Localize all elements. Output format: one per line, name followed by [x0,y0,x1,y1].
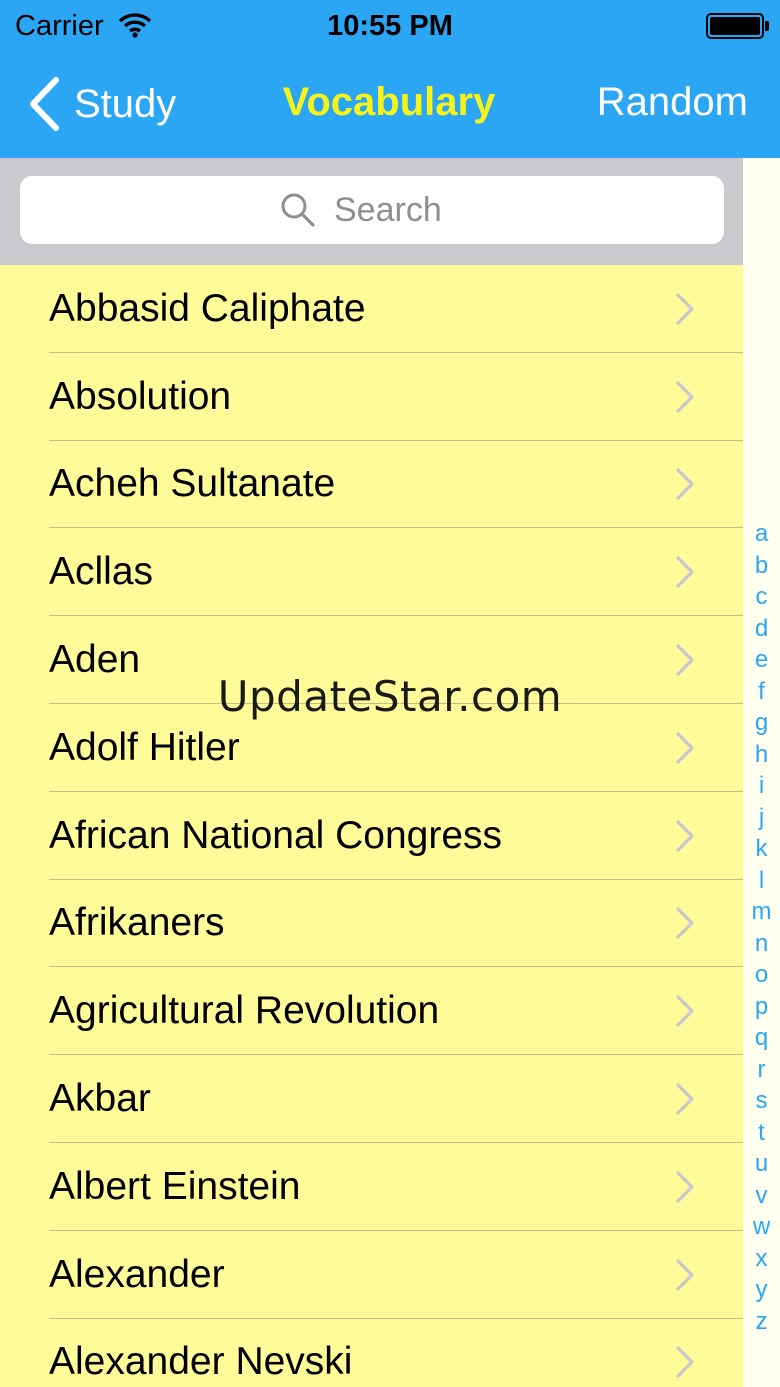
chevron-right-icon [676,556,694,588]
list-item-label: Alexander [49,1252,225,1296]
list-item-label: Agricultural Revolution [49,989,440,1033]
index-letter[interactable]: k [743,833,780,865]
index-letter[interactable]: z [743,1306,780,1338]
index-letter[interactable]: h [743,739,780,771]
index-letter[interactable]: a [743,518,780,550]
list-item[interactable]: Akbar [0,1055,743,1143]
chevron-right-icon [676,1259,694,1291]
vocabulary-list: Abbasid Caliphate Absolution Acheh Sultana… [0,265,743,1387]
index-letter[interactable]: t [743,1117,780,1149]
battery-tip [765,21,769,31]
index-letter[interactable]: n [743,928,780,960]
index-letter[interactable]: u [743,1148,780,1180]
index-letter[interactable]: d [743,613,780,645]
index-letter[interactable]: g [743,707,780,739]
index-letter[interactable]: s [743,1085,780,1117]
chevron-right-icon [676,644,694,676]
chevron-right-icon [676,732,694,764]
index-letter[interactable]: x [743,1243,780,1275]
index-letter[interactable]: w [743,1211,780,1243]
battery-icon [706,13,764,39]
list-item-label: African National Congress [49,813,503,857]
index-letter[interactable]: p [743,991,780,1023]
chevron-right-icon [676,1171,694,1203]
chevron-right-icon [676,468,694,501]
index-letter[interactable]: r [743,1054,780,1086]
random-button[interactable]: Random [597,80,748,125]
status-bar: Carrier 10:55 PM [0,0,780,54]
index-letter[interactable]: j [743,802,780,834]
list-item-label: Aden [49,638,141,682]
index-letter[interactable]: v [743,1180,780,1212]
status-time: 10:55 PM [327,10,453,42]
list-item-label: Absolution [49,374,232,418]
index-letter[interactable]: m [743,896,780,928]
search-bar [0,158,743,265]
list-item[interactable]: Acllas [0,528,743,616]
search-input[interactable] [334,190,464,230]
section-index-letters: abcdefghijklmnopqrstuvwxyz [743,518,780,1337]
index-letter[interactable]: f [743,676,780,708]
index-letter[interactable]: q [743,1022,780,1054]
search-icon [281,193,315,227]
list-item-label: Alexander Nevski [49,1340,353,1384]
list-item-label: Adolf Hitler [49,725,240,769]
list-item-label: Akbar [49,1077,151,1121]
chevron-right-icon [676,293,694,325]
list-item-label: Abbasid Caliphate [49,286,366,330]
index-letter[interactable]: e [743,644,780,676]
list-item[interactable]: Absolution [0,353,743,441]
list-item[interactable]: Adolf Hitler [0,704,743,792]
chevron-right-icon [676,995,694,1027]
list-item[interactable]: African National Congress [0,792,743,880]
index-letter[interactable]: l [743,865,780,897]
navigation-bar: Carrier 10:55 PM Study Vocabulary Random [0,0,780,158]
chevron-right-icon [676,820,694,852]
page-title-text: Vocabulary [282,80,496,124]
list-item[interactable]: Abbasid Caliphate [0,265,743,353]
list-item[interactable]: Acheh Sultanate [0,441,743,529]
list-item[interactable]: Alexander [0,1231,743,1319]
search-field[interactable] [20,176,724,244]
list-item[interactable]: Albert Einstein [0,1143,743,1231]
list-item-label: Afrikaners [49,901,225,945]
list-item-label: Acheh Sultanate [49,462,336,506]
index-letter[interactable]: b [743,550,780,582]
chevron-right-icon [676,381,694,413]
index-letter[interactable]: y [743,1274,780,1306]
index-letter[interactable]: c [743,581,780,613]
chevron-right-icon [676,1083,694,1115]
chevron-right-icon [676,1346,694,1379]
list-item[interactable]: Afrikaners [0,880,743,968]
list-item[interactable]: Alexander Nevski [0,1319,743,1387]
index-letter[interactable]: o [743,959,780,991]
index-letter[interactable]: i [743,770,780,802]
list-item[interactable]: Aden [0,616,743,704]
list-item[interactable]: Agricultural Revolution [0,967,743,1055]
section-index: abcdefghijklmnopqrstuvwxyz [743,158,780,1387]
chevron-right-icon [676,907,694,940]
list-item-label: Albert Einstein [49,1164,301,1208]
list-item-label: Acllas [49,550,154,594]
